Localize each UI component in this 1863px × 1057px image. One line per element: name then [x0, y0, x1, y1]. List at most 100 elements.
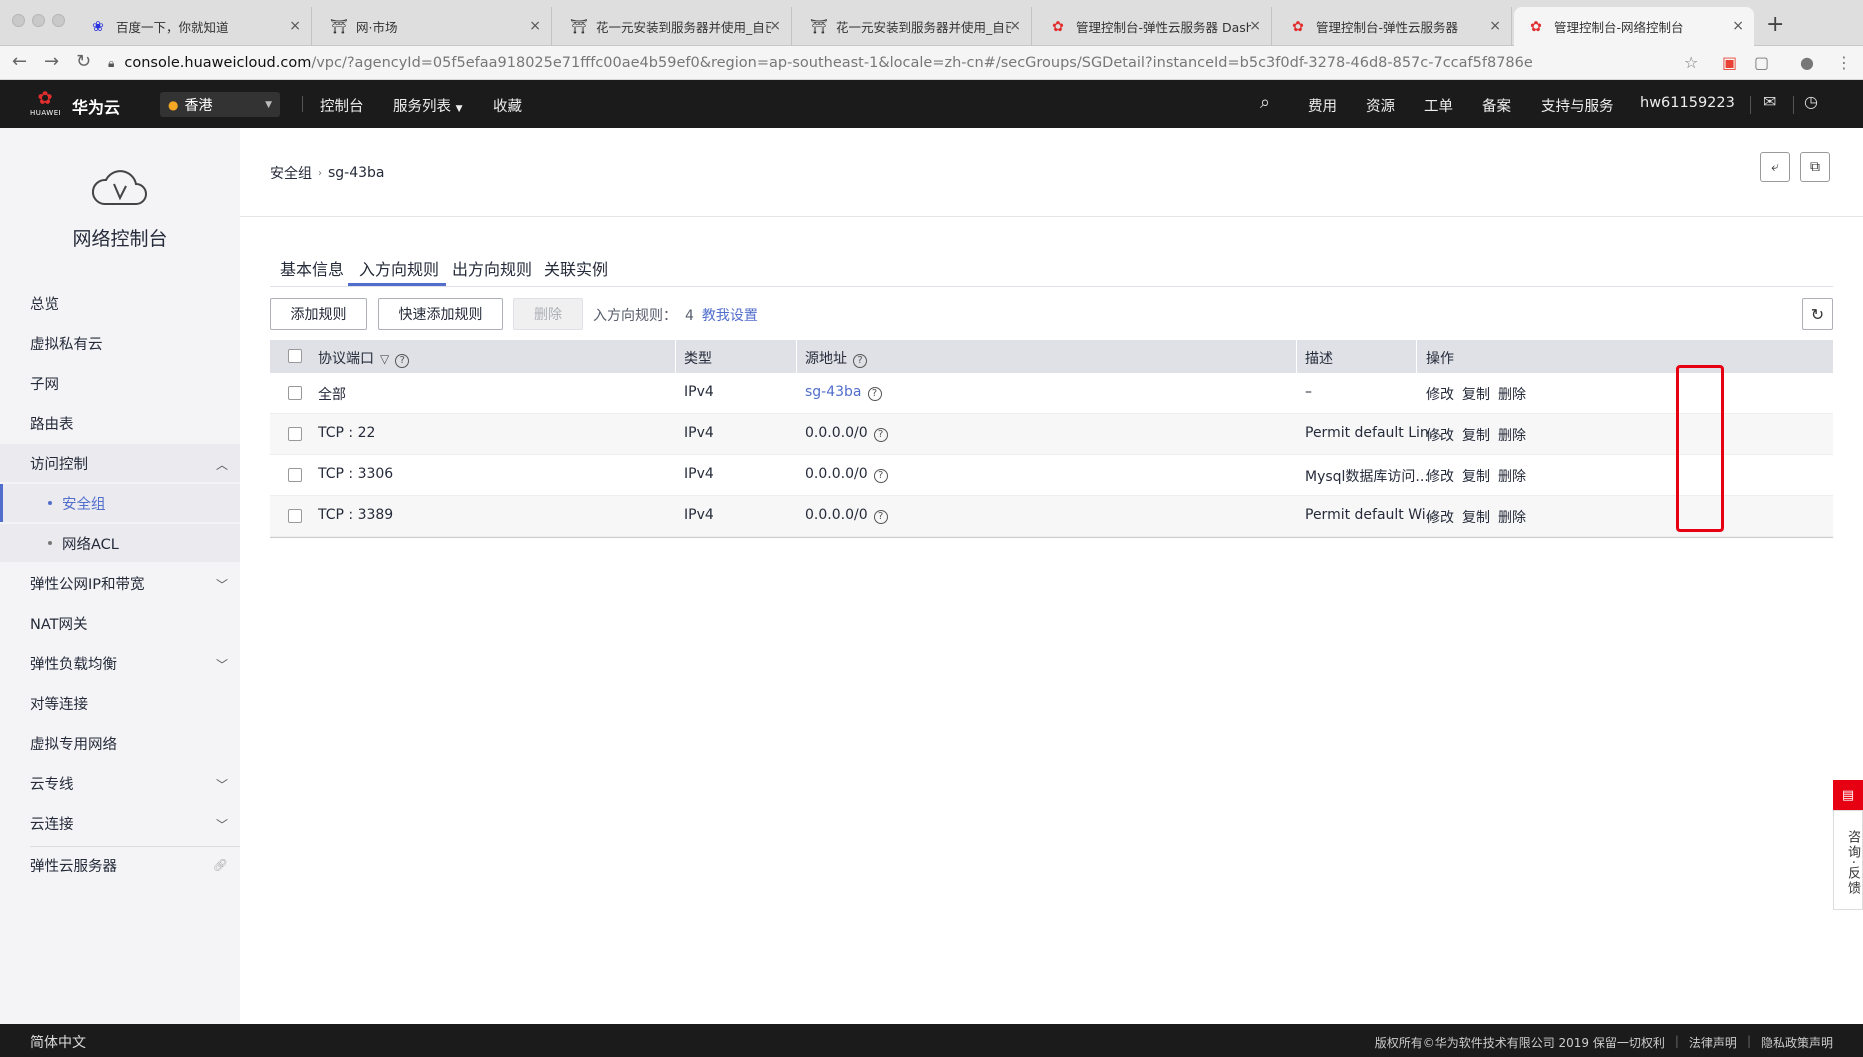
browser-tab[interactable]: ⛩ 网·市场 × [316, 7, 552, 46]
quick-add-rule-button[interactable]: 快速添加规则 [378, 298, 503, 330]
sidebar-item-security-group[interactable]: 安全组 [0, 484, 240, 522]
close-icon[interactable]: × [289, 18, 301, 34]
copy-link[interactable]: 复制 [1462, 384, 1490, 404]
help-icon[interactable]: ? [853, 354, 867, 368]
sidebar-item-route-table[interactable]: 路由表 [0, 404, 240, 442]
help-setup-link[interactable]: 教我设置 [702, 308, 758, 324]
sidebar-item-subnet[interactable]: 子网 [0, 364, 240, 402]
sidebar-item-nat[interactable]: NAT网关 [0, 604, 240, 642]
collapse-button[interactable]: ⤶ [1760, 152, 1790, 182]
close-icon[interactable]: × [1489, 18, 1501, 34]
window-zoom-button[interactable] [52, 14, 65, 27]
nav-support[interactable]: 支持与服务 [1541, 95, 1614, 116]
row-checkbox[interactable] [288, 468, 302, 482]
close-icon[interactable]: × [1732, 18, 1744, 34]
help-icon[interactable]: ? [395, 354, 410, 368]
tab-associated-instances[interactable]: 关联实例 [544, 256, 608, 280]
add-rule-button[interactable]: 添加规则 [270, 298, 367, 330]
sidebar-item-overview[interactable]: 总览 [0, 284, 240, 322]
nav-tickets[interactable]: 工单 [1424, 95, 1453, 116]
sidebar-item-cloud-connect[interactable]: 云连接 ﹀ [0, 804, 240, 842]
mail-icon[interactable]: ✉ [1763, 92, 1776, 111]
extension-icon[interactable]: ▢ [1754, 53, 1769, 72]
source-group-link[interactable]: sg-43ba [805, 384, 862, 400]
breadcrumb-security-group[interactable]: 安全组 [270, 163, 312, 183]
help-icon[interactable]: ? [873, 469, 888, 483]
row-checkbox[interactable] [288, 386, 302, 400]
modify-link[interactable]: 修改 [1426, 507, 1454, 527]
sidebar-item-peering[interactable]: 对等连接 [0, 684, 240, 722]
sidebar-item-eip[interactable]: 弹性公网IP和带宽 ﹀ [0, 564, 240, 602]
close-icon[interactable]: × [1249, 18, 1261, 34]
clock-icon[interactable]: ◷ [1804, 92, 1818, 111]
sidebar-item-elb[interactable]: 弹性负载均衡 ﹀ [0, 644, 240, 682]
browser-tab[interactable]: ⛩ 花一元安装到服务器并使用_自已 × [796, 7, 1032, 46]
url-input[interactable]: 🔒︎ console.huaweicloud.com /vpc/?agencyI… [108, 50, 1688, 76]
feedback-widget[interactable]: ▤ 咨询·反馈 [1833, 780, 1863, 910]
bookmark-star-icon[interactable]: ☆ [1684, 53, 1698, 72]
sidebar-item-ecs[interactable]: 弹性云服务器 🔗︎ [0, 846, 240, 884]
nav-console[interactable]: 控制台 [320, 95, 364, 116]
reload-icon[interactable]: ↻ [76, 51, 91, 72]
user-account[interactable]: hw61159223 [1640, 95, 1735, 111]
tab-outbound-rules[interactable]: 出方向规则 [452, 256, 532, 280]
close-icon[interactable]: × [1009, 18, 1021, 34]
copy-link[interactable]: 复制 [1462, 425, 1490, 445]
forward-arrow-icon[interactable]: → [44, 51, 59, 72]
legal-link[interactable]: 法律声明 [1689, 1034, 1737, 1051]
delete-button[interactable]: 删除 [513, 298, 583, 330]
sidebar-item-vpn[interactable]: 虚拟专用网络 [0, 724, 240, 762]
tab-basic-info[interactable]: 基本信息 [280, 256, 344, 280]
browser-menu-icon[interactable]: ⋮ [1836, 53, 1852, 72]
nav-service-list[interactable]: 服务列表 ▼ [393, 95, 463, 116]
extension-icon[interactable]: ▣ [1722, 53, 1737, 72]
modify-link[interactable]: 修改 [1426, 384, 1454, 404]
nav-billing[interactable]: 费用 [1308, 95, 1337, 116]
delete-link[interactable]: 删除 [1498, 425, 1526, 445]
column-divider [675, 340, 676, 373]
select-all-checkbox[interactable] [288, 349, 302, 363]
open-new-window-button[interactable]: ⧉ [1800, 152, 1830, 182]
new-tab-button[interactable]: + [1766, 12, 1784, 37]
filter-icon[interactable]: ▽ [380, 352, 389, 366]
profile-avatar-icon[interactable]: ● [1800, 53, 1814, 72]
search-icon[interactable]: ⌕ [1260, 92, 1270, 113]
language-selector[interactable]: 简体中文 [30, 1032, 86, 1052]
help-icon[interactable]: ? [873, 428, 888, 442]
modify-link[interactable]: 修改 [1426, 425, 1454, 445]
refresh-button[interactable]: ↻ [1802, 298, 1833, 330]
browser-tab[interactable]: ❀ 百度一下，你就知道 × [76, 7, 312, 46]
row-checkbox[interactable] [288, 427, 302, 441]
nav-favorites[interactable]: 收藏 [493, 95, 522, 116]
help-icon[interactable]: ? [873, 510, 888, 524]
delete-link[interactable]: 删除 [1498, 384, 1526, 404]
sidebar-item-direct-connect[interactable]: 云专线 ﹀ [0, 764, 240, 802]
close-icon[interactable]: × [529, 18, 541, 34]
browser-tab[interactable]: ✿ 管理控制台-弹性云服务器 Dashb × [1036, 7, 1272, 46]
delete-link[interactable]: 删除 [1498, 466, 1526, 486]
sidebar-item-vpc[interactable]: 虚拟私有云 [0, 324, 240, 362]
region-selector[interactable]: ● 香港 ▼ [160, 92, 280, 117]
nav-resources[interactable]: 资源 [1366, 95, 1395, 116]
window-minimize-button[interactable] [32, 14, 45, 27]
tab-inbound-rules[interactable]: 入方向规则 [359, 256, 439, 280]
header-label: 协议端口 [318, 351, 374, 367]
back-arrow-icon[interactable]: ← [12, 51, 27, 72]
sidebar-item-access-control[interactable]: 访问控制 ︿ [0, 444, 240, 482]
huawei-logo[interactable]: ✿ HUAWEI [30, 89, 61, 118]
nav-filing[interactable]: 备案 [1482, 95, 1511, 116]
copy-link[interactable]: 复制 [1462, 507, 1490, 527]
delete-link[interactable]: 删除 [1498, 507, 1526, 527]
browser-tab-active[interactable]: ✿ 管理控制台-网络控制台 × [1514, 7, 1754, 46]
browser-tab[interactable]: ✿ 管理控制台-弹性云服务器 × [1276, 7, 1512, 46]
row-checkbox[interactable] [288, 509, 302, 523]
browser-tab[interactable]: ⛩ 花一元安装到服务器并使用_自已 × [556, 7, 792, 46]
close-icon[interactable]: × [769, 18, 781, 34]
brand-name[interactable]: 华为云 [72, 94, 120, 118]
sidebar-item-network-acl[interactable]: 网络ACL [0, 524, 240, 562]
help-icon[interactable]: ? [867, 387, 882, 401]
modify-link[interactable]: 修改 [1426, 466, 1454, 486]
window-close-button[interactable] [12, 14, 25, 27]
privacy-link[interactable]: 隐私政策声明 [1761, 1034, 1833, 1051]
copy-link[interactable]: 复制 [1462, 466, 1490, 486]
